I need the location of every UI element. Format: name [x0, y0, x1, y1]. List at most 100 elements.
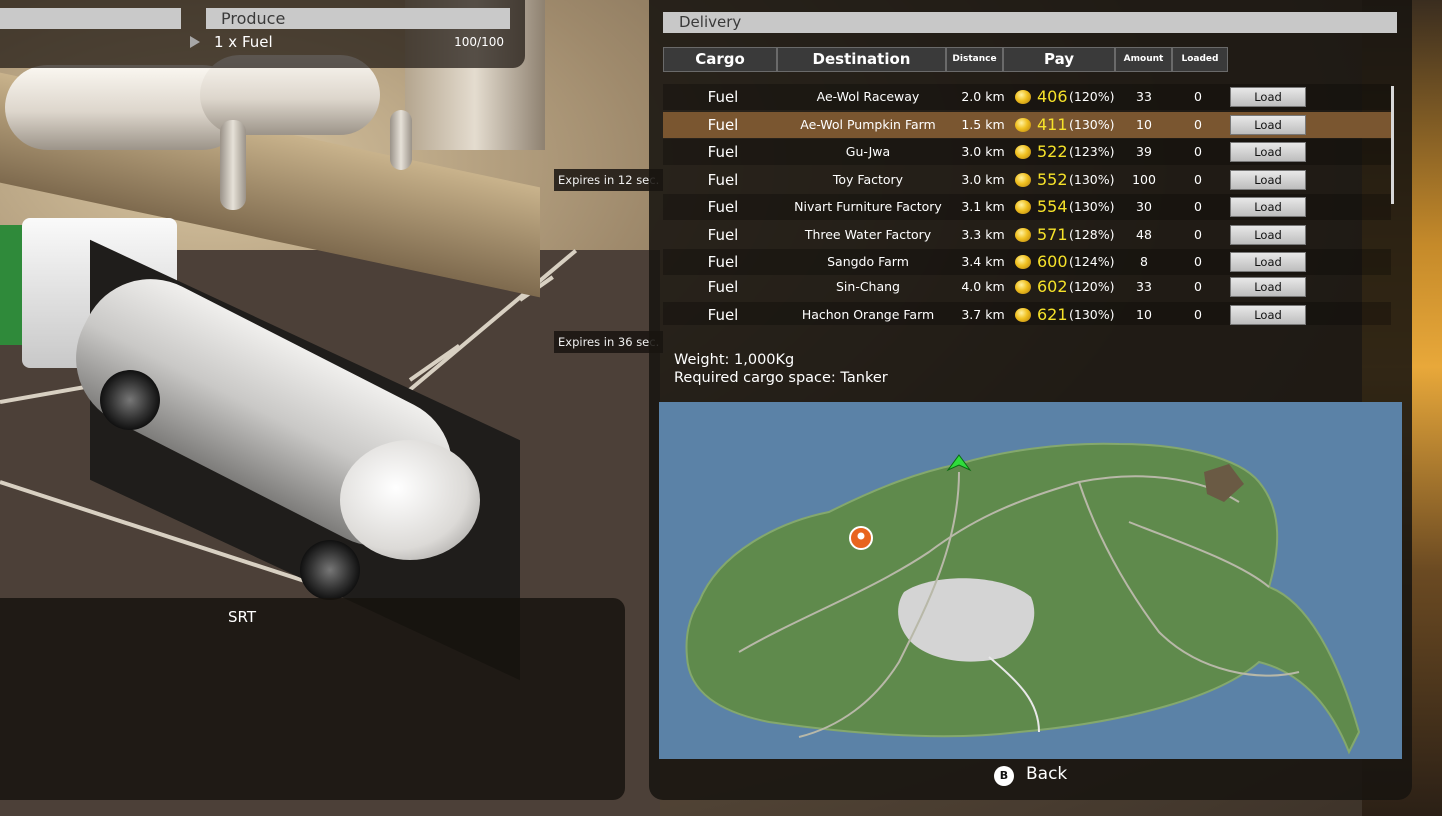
pay-percent-cell: (123%): [1069, 144, 1115, 159]
load-button[interactable]: Load: [1230, 170, 1306, 190]
coin-icon: [1015, 173, 1031, 187]
amount-cell: 8: [1140, 254, 1148, 269]
amount-cell: 33: [1136, 89, 1152, 104]
column-header-distance[interactable]: Distance: [946, 47, 1003, 72]
pay-cell: 602: [1037, 277, 1068, 296]
pay-percent-cell: (120%): [1069, 279, 1115, 294]
pay-percent-cell: (130%): [1069, 307, 1115, 322]
delivery-row[interactable]: Fuel Sin-Chang 4.0 km 602 (120%) 33 0 Load: [663, 274, 1391, 300]
delivery-row[interactable]: Fuel Three Water Factory 3.3 km 571 (128%) 48…: [663, 222, 1391, 248]
produce-panel: Produce 1 x Fuel 100/100: [0, 0, 525, 68]
amount-cell: 100: [1132, 172, 1156, 187]
pay-cell: 411: [1037, 115, 1068, 134]
destination-cell: Ae-Wol Pumpkin Farm: [800, 117, 936, 132]
trailer-wheel: [300, 540, 360, 600]
coin-icon: [1015, 280, 1031, 294]
cargo-cell: Fuel: [707, 278, 739, 296]
distance-cell: 3.0 km: [961, 172, 1005, 187]
truck-wheel: [100, 370, 160, 430]
delivery-row[interactable]: Fuel Nivart Furniture Factory 3.1 km 554 (13…: [663, 194, 1391, 220]
back-label: Back: [1026, 764, 1068, 784]
cargo-cell: Fuel: [707, 116, 739, 134]
cargo-cell: Fuel: [707, 226, 739, 244]
distance-cell: 3.1 km: [961, 199, 1005, 214]
destination-cell: Hachon Orange Farm: [801, 307, 935, 322]
pay-cell: 554: [1037, 197, 1068, 216]
load-button[interactable]: Load: [1230, 225, 1306, 245]
load-button[interactable]: Load: [1230, 305, 1306, 325]
column-header-cargo[interactable]: Cargo: [663, 47, 777, 72]
pay-cell: 621: [1037, 305, 1068, 324]
cargo-cell: Fuel: [707, 306, 739, 324]
delivery-list[interactable]: Fuel Ae-Wol Raceway 2.0 km 406 (120%) 33 0 Load…: [663, 84, 1391, 325]
destination-pin-icon[interactable]: [849, 526, 873, 550]
cargo-space-requirement: Required cargo space: Tanker: [674, 370, 888, 386]
destination-cell: Sangdo Farm: [827, 254, 909, 269]
pay-percent-cell: (130%): [1069, 199, 1115, 214]
column-header-amount[interactable]: Amount: [1115, 47, 1172, 72]
cargo-cell: Fuel: [707, 143, 739, 161]
load-button[interactable]: Load: [1230, 115, 1306, 135]
pay-percent-cell: (130%): [1069, 172, 1115, 187]
loaded-cell: 0: [1194, 307, 1202, 322]
expiry-label: Expires in 36 sec.: [554, 331, 664, 353]
column-header-destination[interactable]: Destination: [777, 47, 946, 72]
expiry-label: Expires in 12 sec.: [554, 169, 664, 191]
distance-cell: 3.0 km: [961, 144, 1005, 159]
amount-cell: 30: [1136, 199, 1152, 214]
column-header-pay[interactable]: Pay: [1003, 47, 1115, 72]
cargo-cell: Fuel: [707, 88, 739, 106]
coin-icon: [1015, 118, 1031, 132]
loaded-cell: 0: [1194, 117, 1202, 132]
pay-percent-cell: (130%): [1069, 117, 1115, 132]
load-button[interactable]: Load: [1230, 252, 1306, 272]
cargo-cell: Fuel: [707, 198, 739, 216]
delivery-row[interactable]: Fuel Toy Factory 3.0 km 552 (130%) 100 0 Load: [663, 167, 1391, 193]
coin-icon: [1015, 90, 1031, 104]
destination-cell: Three Water Factory: [804, 227, 932, 242]
loaded-cell: 0: [1194, 254, 1202, 269]
pay-cell: 600: [1037, 252, 1068, 271]
destination-cell: Toy Factory: [832, 172, 904, 187]
coin-icon: [1015, 228, 1031, 242]
amount-cell: 48: [1136, 227, 1152, 242]
produce-item-row[interactable]: 1 x Fuel 100/100: [190, 33, 510, 53]
delivery-row[interactable]: Fuel Gu-Jwa 3.0 km 522 (123%) 39 0 Load: [663, 139, 1391, 165]
pipe: [390, 110, 412, 170]
tanker-end-cap: [340, 440, 480, 560]
vehicle-panel: SRT: [0, 598, 625, 800]
load-button[interactable]: Load: [1230, 87, 1306, 107]
distance-cell: 3.4 km: [961, 254, 1005, 269]
distance-cell: 2.0 km: [961, 89, 1005, 104]
pipe: [220, 120, 246, 210]
delivery-panel: Delivery Cargo Destination Distance Pay …: [649, 0, 1412, 800]
load-button[interactable]: Load: [1230, 142, 1306, 162]
delivery-row[interactable]: Fuel Sangdo Farm 3.4 km 600 (124%) 8 0 Load: [663, 249, 1391, 275]
destination-cell: Nivart Furniture Factory: [794, 199, 942, 214]
load-button[interactable]: Load: [1230, 277, 1306, 297]
coin-icon: [1015, 200, 1031, 214]
column-header-loaded[interactable]: Loaded: [1172, 47, 1228, 72]
coin-icon: [1015, 308, 1031, 322]
distance-cell: 4.0 km: [961, 279, 1005, 294]
destination-cell: Ae-Wol Raceway: [816, 89, 920, 104]
delivery-row[interactable]: Fuel Ae-Wol Pumpkin Farm 1.5 km 411 (130%) 10…: [663, 112, 1391, 138]
amount-cell: 10: [1136, 117, 1152, 132]
produce-left-bar: [0, 8, 181, 29]
amount-cell: 33: [1136, 279, 1152, 294]
produce-title: Produce: [206, 8, 510, 29]
pay-cell: 406: [1037, 87, 1068, 106]
delivery-row[interactable]: Fuel Ae-Wol Raceway 2.0 km 406 (120%) 33 0 Load: [663, 84, 1391, 110]
delivery-map[interactable]: [659, 402, 1402, 759]
loaded-cell: 0: [1194, 89, 1202, 104]
pay-percent-cell: (124%): [1069, 254, 1115, 269]
destination-cell: Gu-Jwa: [845, 144, 891, 159]
pay-cell: 552: [1037, 170, 1068, 189]
distance-cell: 1.5 km: [961, 117, 1005, 132]
delivery-list-scrollbar[interactable]: [1391, 86, 1394, 204]
gamepad-b-icon: B: [994, 766, 1014, 786]
coin-icon: [1015, 145, 1031, 159]
load-button[interactable]: Load: [1230, 197, 1306, 217]
loaded-cell: 0: [1194, 279, 1202, 294]
delivery-row[interactable]: Fuel Hachon Orange Farm 3.7 km 621 (130%) 10 0…: [663, 302, 1391, 325]
